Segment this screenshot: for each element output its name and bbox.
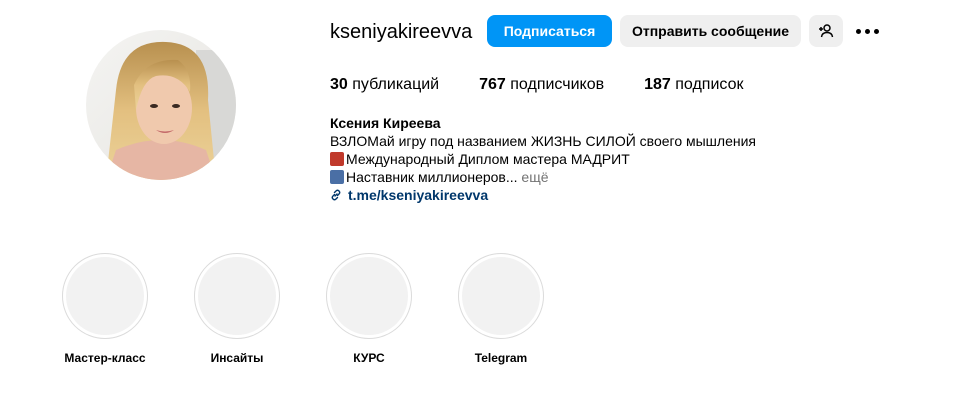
bio-line-with-emoji: Наставник миллионеров... ещё — [330, 168, 790, 186]
followers-label: подписчиков — [510, 76, 605, 93]
more-options-button[interactable] — [853, 19, 881, 43]
link-icon — [330, 189, 342, 201]
highlight-label: Мастер-класс — [64, 351, 146, 365]
profile-full-name: Ксения Киреева — [330, 115, 441, 131]
highlight-cover — [326, 253, 412, 339]
following-count: 187 — [644, 76, 671, 93]
bio-link-text: t.me/kseniyakireevva — [348, 187, 489, 203]
more-dot — [855, 28, 861, 34]
profile-page: kseniyakireevva Подписаться Отправить со… — [0, 0, 968, 418]
bio-line-with-emoji: Международный Диплом мастера МАДРИТ — [330, 150, 790, 168]
profile-bio: Ксения Киреева ВЗЛОМай игру под название… — [330, 114, 790, 204]
highlight-cover — [194, 253, 280, 339]
bio-line: Наставник миллионеров... — [346, 169, 518, 185]
followers-stat[interactable]: 767 подписчиков — [479, 76, 604, 94]
profile-avatar[interactable] — [86, 30, 236, 180]
profile-username: kseniyakireevva — [330, 21, 473, 43]
more-dot — [873, 28, 879, 34]
story-highlight[interactable]: Мастер-класс — [40, 253, 170, 365]
posts-count: 30 — [330, 76, 348, 93]
bio-more-link[interactable]: ещё — [521, 169, 548, 185]
highlight-label: Инсайты — [210, 351, 264, 365]
suggested-accounts-button[interactable] — [809, 15, 843, 47]
avatar-photo — [86, 30, 236, 180]
red-book-icon — [330, 152, 344, 166]
posts-label: публикаций — [352, 76, 440, 93]
bio-line: ВЗЛОМай игру под названием ЖИЗНЬ СИЛОЙ с… — [330, 133, 756, 149]
following-label: подписок — [675, 76, 744, 93]
follow-button[interactable]: Подписаться — [487, 15, 612, 47]
bio-line: Международный Диплом мастера МАДРИТ — [346, 151, 630, 167]
posts-stat: 30 публикаций — [330, 76, 439, 94]
highlight-cover — [62, 253, 148, 339]
more-dot — [864, 28, 870, 34]
story-highlight[interactable]: Telegram — [436, 253, 566, 365]
bio-external-link[interactable]: t.me/kseniyakireevva — [330, 186, 790, 204]
story-highlight[interactable]: Инсайты — [172, 253, 302, 365]
highlight-label: КУРС — [353, 351, 385, 365]
highlight-cover — [458, 253, 544, 339]
send-message-button[interactable]: Отправить сообщение — [620, 15, 801, 47]
briefcase-icon — [330, 170, 344, 184]
followers-count: 767 — [479, 76, 506, 93]
person-plus-icon — [819, 24, 834, 38]
story-highlight[interactable]: КУРС — [304, 253, 434, 365]
following-stat[interactable]: 187 подписок — [644, 76, 743, 94]
highlight-label: Telegram — [474, 351, 528, 365]
profile-stats: 30 публикаций 767 подписчиков 187 подпис… — [330, 76, 783, 94]
